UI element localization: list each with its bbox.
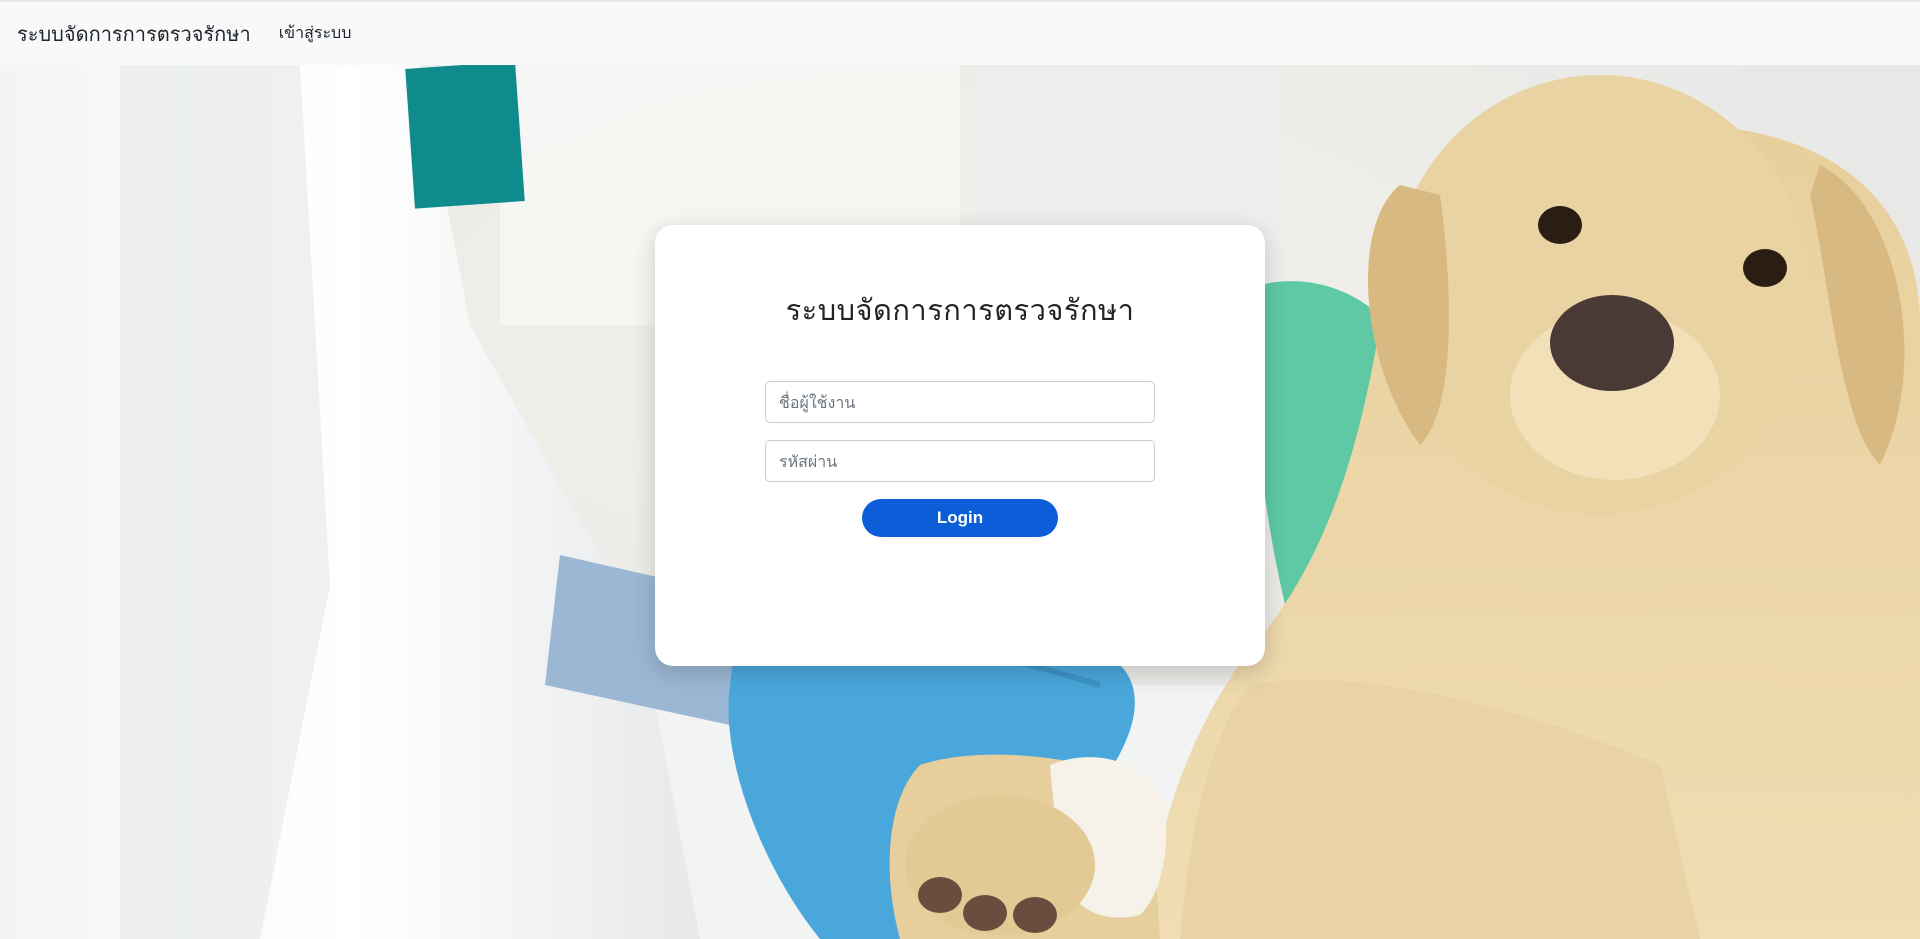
login-button[interactable]: Login xyxy=(862,499,1058,537)
password-input[interactable] xyxy=(765,440,1155,482)
nav-link-login[interactable]: เข้าสู่ระบบ xyxy=(279,21,352,46)
username-input[interactable] xyxy=(765,381,1155,423)
navbar-brand[interactable]: ระบบจัดการการตรวจรักษา xyxy=(17,18,251,50)
login-card-title: ระบบจัดการการตรวจรักษา xyxy=(785,293,1135,327)
navbar: ระบบจัดการการตรวจรักษา เข้าสู่ระบบ xyxy=(0,0,1920,65)
login-card: ระบบจัดการการตรวจรักษา Login xyxy=(655,225,1265,666)
hero-background: ระบบจัดการการตรวจรักษา Login xyxy=(0,65,1920,939)
